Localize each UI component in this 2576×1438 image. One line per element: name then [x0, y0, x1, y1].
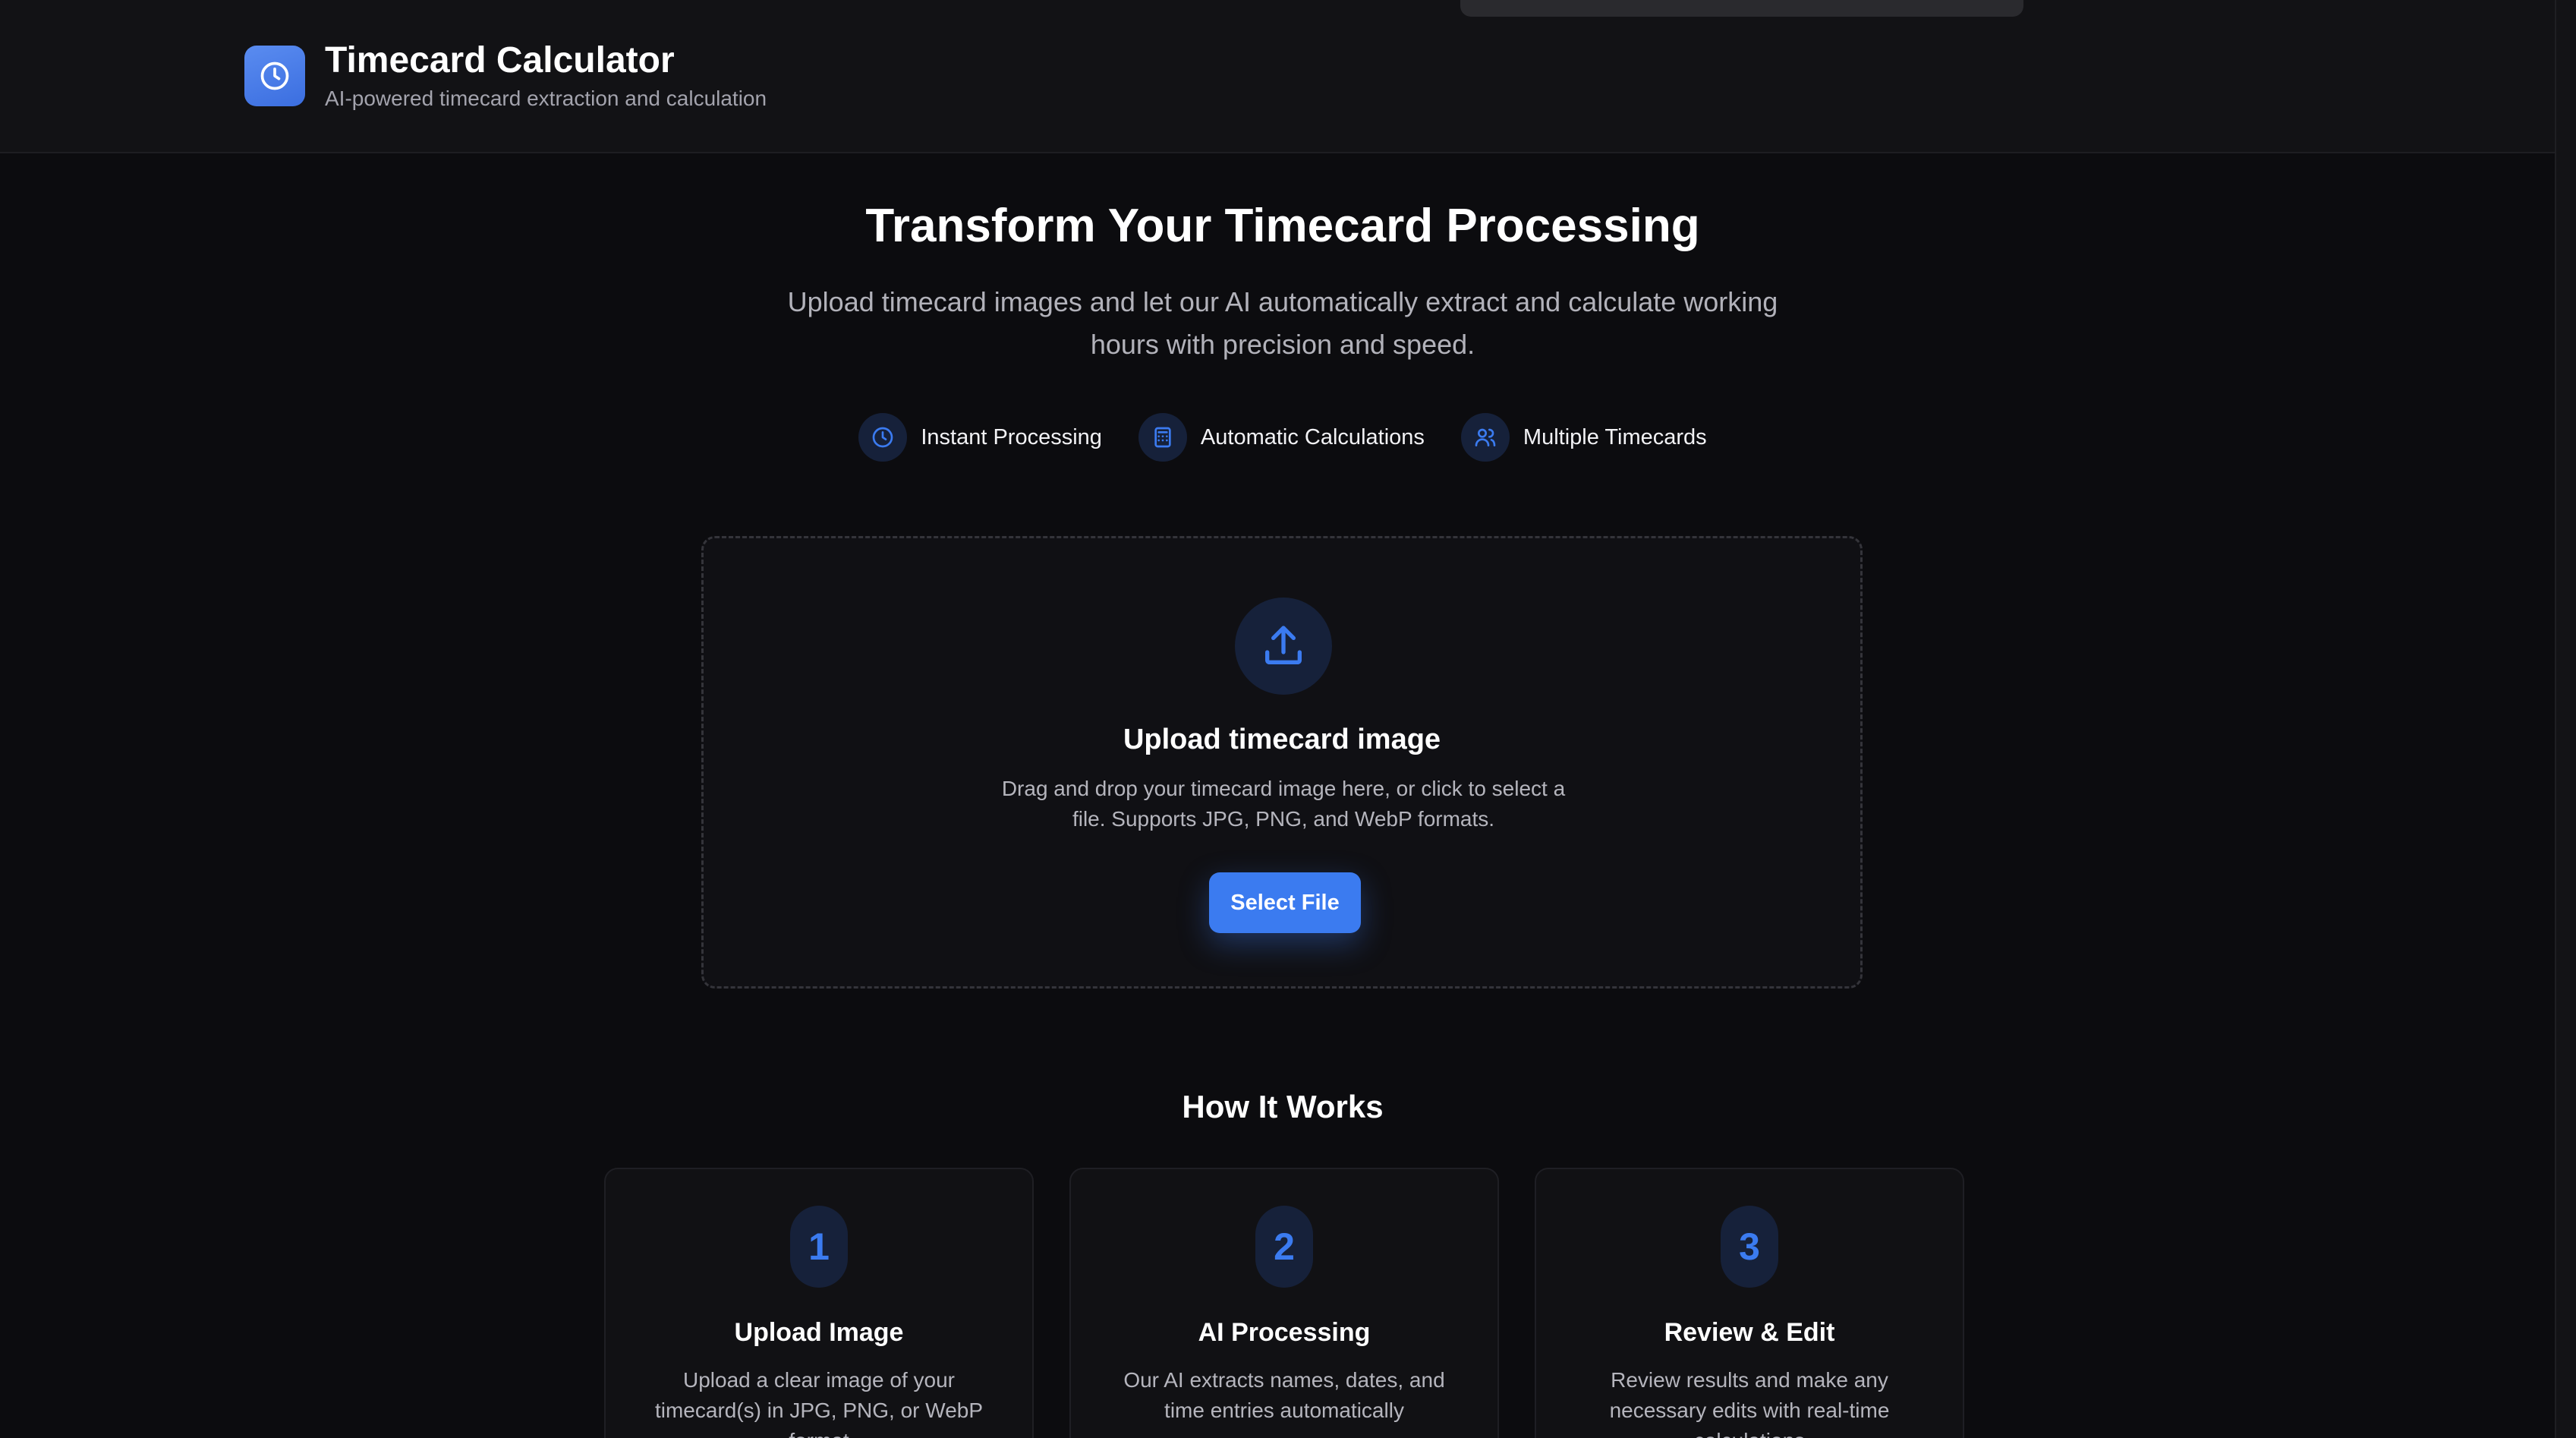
feature-label: Multiple Timecards — [1523, 424, 1707, 449]
hero-title: Transform Your Timecard Processing — [865, 200, 1700, 252]
upload-title: Upload timecard image — [1123, 724, 1441, 755]
feature-label: Instant Processing — [921, 424, 1102, 449]
hero-description: Upload timecard images and let our AI au… — [787, 286, 1778, 360]
users-icon — [1460, 413, 1510, 462]
step-description: Review results and make any necessary ed… — [1609, 1368, 1890, 1438]
step-number: 2 — [1255, 1206, 1313, 1288]
app-logo[interactable] — [244, 46, 305, 106]
step-number: 3 — [1721, 1206, 1778, 1288]
step-title: AI Processing — [1198, 1318, 1371, 1347]
clock-icon — [858, 413, 908, 462]
step-description: Our AI extracts names, dates, and time e… — [1123, 1368, 1445, 1422]
step-card-upload-image: 1 Upload Image Upload a clear image of y… — [604, 1168, 1034, 1438]
upload-dropzone[interactable]: Upload timecard image Drag and drop your… — [701, 536, 1863, 989]
app-subtitle: AI-powered timecard extraction and calcu… — [325, 87, 767, 110]
step-title: Upload Image — [734, 1318, 904, 1347]
page-scrollbar[interactable] — [2555, 0, 2576, 1438]
feature-instant-processing: Instant Processing — [858, 413, 1102, 462]
upload-description: Drag and drop your timecard image here, … — [1001, 777, 1566, 831]
step-card-ai-processing: 2 AI Processing Our AI extracts names, d… — [1069, 1168, 1499, 1438]
feature-automatic-calculations: Automatic Calculations — [1138, 413, 1425, 462]
select-file-button[interactable]: Select File — [1209, 872, 1361, 933]
clock-icon — [260, 61, 289, 90]
step-card-review-edit: 3 Review & Edit Review results and make … — [1535, 1168, 1964, 1438]
calculator-icon — [1138, 413, 1187, 462]
step-description: Upload a clear image of your timecard(s)… — [654, 1368, 984, 1438]
upload-icon — [1235, 598, 1332, 695]
feature-list: Instant Processing Automatic Calculation… — [0, 413, 2565, 462]
step-title: Review & Edit — [1664, 1318, 1835, 1347]
app-title: Timecard Calculator — [325, 40, 675, 80]
top-popover — [1460, 0, 2023, 17]
feature-label: Automatic Calculations — [1200, 424, 1425, 449]
app-header: Timecard Calculator AI-powered timecard … — [0, 0, 2576, 153]
how-it-works-title: How It Works — [1182, 1089, 1384, 1124]
page: Timecard Calculator AI-powered timecard … — [0, 0, 2576, 1438]
step-number: 1 — [790, 1206, 848, 1288]
feature-multiple-timecards: Multiple Timecards — [1460, 413, 1707, 462]
